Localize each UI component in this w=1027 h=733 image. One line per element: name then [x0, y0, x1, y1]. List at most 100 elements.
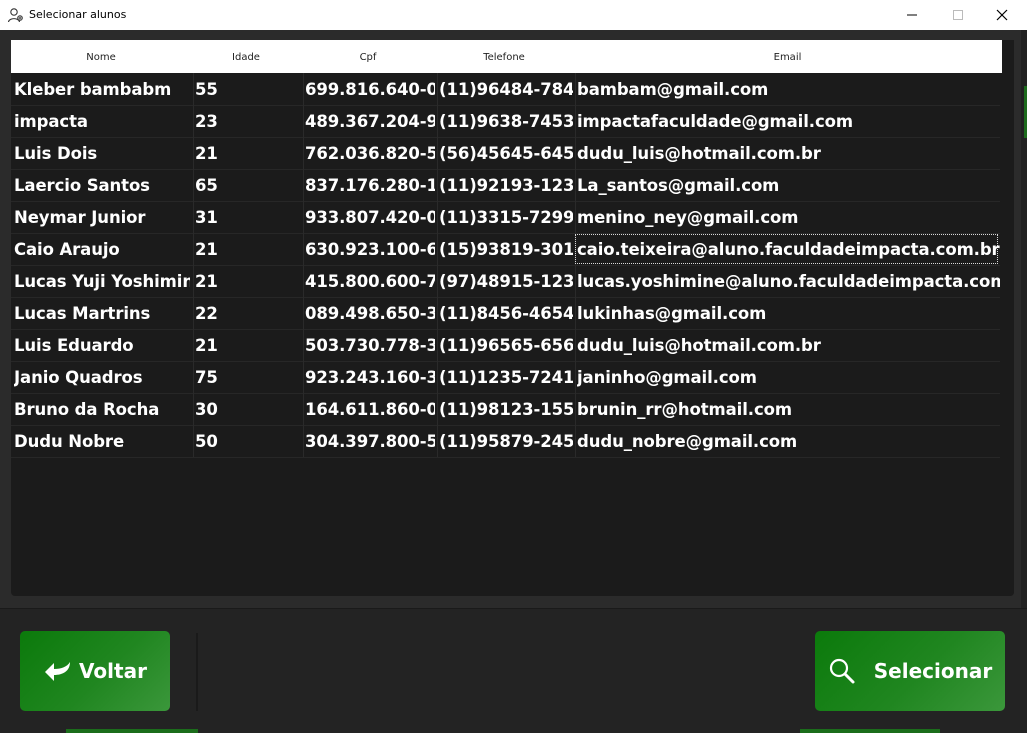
table-row[interactable]: Kleber bambabm 55 699.816.640-06 (11)96484-…: [11, 73, 1000, 106]
cell-idade[interactable]: 21: [195, 233, 300, 265]
cell-telefone[interactable]: (11)9638-7453: [439, 105, 573, 137]
column-separator: [575, 73, 576, 105]
cell-telefone[interactable]: (97)48915-1231: [439, 265, 573, 297]
cell-telefone[interactable]: (56)45645-6456: [439, 137, 573, 169]
cell-nome[interactable]: Kleber bambabm: [14, 73, 190, 105]
cell-idade[interactable]: 21: [195, 329, 300, 361]
table-row[interactable]: impacta 23 489.367.204-97 (11)9638-7453 impa…: [11, 105, 1000, 138]
cell-telefone[interactable]: (11)96484-7843: [439, 73, 573, 105]
window-title: Selecionar alunos: [29, 8, 127, 21]
cell-cpf[interactable]: 304.397.800-55: [305, 425, 435, 457]
cell-idade[interactable]: 75: [195, 361, 300, 393]
table-row[interactable]: Bruno da Rocha 30 164.611.860-00 (11)98123-…: [11, 393, 1000, 426]
cell-email[interactable]: La_santos@gmail.com: [577, 169, 1000, 201]
column-separator: [303, 329, 304, 361]
table-row[interactable]: Luis Dois 21 762.036.820-55 (56)45645-6456 d…: [11, 137, 1000, 170]
column-header-nome[interactable]: Nome: [11, 40, 191, 73]
cell-telefone[interactable]: (11)95879-2455: [439, 425, 573, 457]
column-separator: [575, 137, 576, 169]
cell-telefone[interactable]: (11)8456-4654: [439, 297, 573, 329]
cell-cpf[interactable]: 630.923.100-63: [305, 233, 435, 265]
cell-telefone[interactable]: (11)1235-7241: [439, 361, 573, 393]
column-separator: [193, 329, 194, 361]
column-separator: [303, 265, 304, 297]
cell-email[interactable]: brunin_rr@hotmail.com: [577, 393, 1000, 425]
cell-nome[interactable]: Laercio Santos: [14, 169, 190, 201]
cell-cpf[interactable]: 837.176.280-11: [305, 169, 435, 201]
column-separator: [303, 201, 304, 233]
column-separator: [303, 233, 304, 265]
cell-cpf[interactable]: 164.611.860-00: [305, 393, 435, 425]
cell-nome[interactable]: Bruno da Rocha: [14, 393, 190, 425]
column-header-telefone[interactable]: Telefone: [435, 40, 573, 73]
cell-cpf[interactable]: 699.816.640-06: [305, 73, 435, 105]
cell-cpf[interactable]: 089.498.650-33: [305, 297, 435, 329]
column-separator: [437, 233, 438, 265]
maximize-button[interactable]: [935, 0, 981, 30]
cell-nome[interactable]: Caio Araujo: [14, 233, 190, 265]
cell-idade[interactable]: 31: [195, 201, 300, 233]
cell-cpf[interactable]: 503.730.778-31: [305, 329, 435, 361]
column-header-cpf[interactable]: Cpf: [301, 40, 435, 73]
cell-nome[interactable]: Janio Quadros: [14, 361, 190, 393]
cell-email[interactable]: menino_ney@gmail.com: [577, 201, 1000, 233]
column-separator: [437, 137, 438, 169]
cell-email[interactable]: impactafaculdade@gmail.com: [577, 105, 1000, 137]
cell-idade[interactable]: 22: [195, 297, 300, 329]
cell-telefone[interactable]: (11)92193-1235: [439, 169, 573, 201]
cell-idade[interactable]: 55: [195, 73, 300, 105]
cell-nome[interactable]: Neymar Junior: [14, 201, 190, 233]
cell-nome[interactable]: Luis Dois: [14, 137, 190, 169]
table-row[interactable]: Laercio Santos 65 837.176.280-11 (11)92193-…: [11, 169, 1000, 202]
cell-email[interactable]: dudu_nobre@gmail.com: [577, 425, 1000, 457]
cell-idade[interactable]: 21: [195, 265, 300, 297]
table-row[interactable]: Lucas Yuji Yoshimine 21 415.800.600-72 (97)…: [11, 265, 1000, 298]
table-row[interactable]: Caio Araujo 21 630.923.100-63 (15)93819-301…: [11, 233, 1000, 266]
cell-email[interactable]: dudu_luis@hotmail.com.br: [577, 137, 1000, 169]
back-button[interactable]: Voltar: [20, 631, 170, 711]
cell-nome[interactable]: Dudu Nobre: [14, 425, 190, 457]
cell-idade[interactable]: 65: [195, 169, 300, 201]
table-row[interactable]: Dudu Nobre 50 304.397.800-55 (11)95879-2455…: [11, 425, 1000, 458]
cell-cpf[interactable]: 923.243.160-31: [305, 361, 435, 393]
column-separator: [303, 137, 304, 169]
cell-telefone[interactable]: (11)98123-1551: [439, 393, 573, 425]
cell-nome[interactable]: Lucas Yuji Yoshimine: [14, 265, 190, 297]
cell-nome[interactable]: Lucas Martrins: [14, 297, 190, 329]
cell-telefone[interactable]: (11)3315-7299: [439, 201, 573, 233]
table-row[interactable]: Neymar Junior 31 933.807.420-07 (11)3315-72…: [11, 201, 1000, 234]
select-button[interactable]: Selecionar: [815, 631, 1005, 711]
close-button[interactable]: [979, 0, 1025, 30]
column-separator: [437, 329, 438, 361]
cell-telefone[interactable]: (15)93819-3010: [439, 233, 573, 265]
students-table[interactable]: Nome Idade Cpf Telefone Email Kleber bam…: [11, 40, 1014, 596]
minimize-button[interactable]: [889, 0, 935, 30]
column-separator: [575, 329, 576, 361]
table-row[interactable]: Luis Eduardo 21 503.730.778-31 (11)96565-65…: [11, 329, 1000, 362]
bottom-accent-left: [66, 729, 198, 733]
cell-idade[interactable]: 23: [195, 105, 300, 137]
close-icon: [996, 9, 1008, 21]
column-separator: [193, 201, 194, 233]
cell-nome[interactable]: impacta: [14, 105, 190, 137]
column-separator: [437, 361, 438, 393]
cell-cpf[interactable]: 762.036.820-55: [305, 137, 435, 169]
table-row[interactable]: Lucas Martrins 22 089.498.650-33 (11)8456-4…: [11, 297, 1000, 330]
cell-idade[interactable]: 30: [195, 393, 300, 425]
cell-idade[interactable]: 50: [195, 425, 300, 457]
cell-email[interactable]: bambam@gmail.com: [577, 73, 1000, 105]
cell-idade[interactable]: 21: [195, 137, 300, 169]
cell-email[interactable]: lucas.yoshimine@aluno.faculdadeimpacta.c…: [577, 265, 1000, 297]
cell-cpf[interactable]: 415.800.600-72: [305, 265, 435, 297]
cell-cpf[interactable]: 489.367.204-97: [305, 105, 435, 137]
column-header-email[interactable]: Email: [573, 40, 1002, 73]
table-row[interactable]: Janio Quadros 75 923.243.160-31 (11)1235-72…: [11, 361, 1000, 394]
cell-nome[interactable]: Luis Eduardo: [14, 329, 190, 361]
cell-email[interactable]: dudu_luis@hotmail.com.br: [577, 329, 1000, 361]
cell-cpf[interactable]: 933.807.420-07: [305, 201, 435, 233]
cell-email[interactable]: janinho@gmail.com: [577, 361, 1000, 393]
cell-email[interactable]: caio.teixeira@aluno.faculdadeimpacta.com…: [577, 233, 1000, 265]
cell-email[interactable]: lukinhas@gmail.com: [577, 297, 1000, 329]
column-header-idade[interactable]: Idade: [191, 40, 301, 73]
cell-telefone[interactable]: (11)96565-6565: [439, 329, 573, 361]
